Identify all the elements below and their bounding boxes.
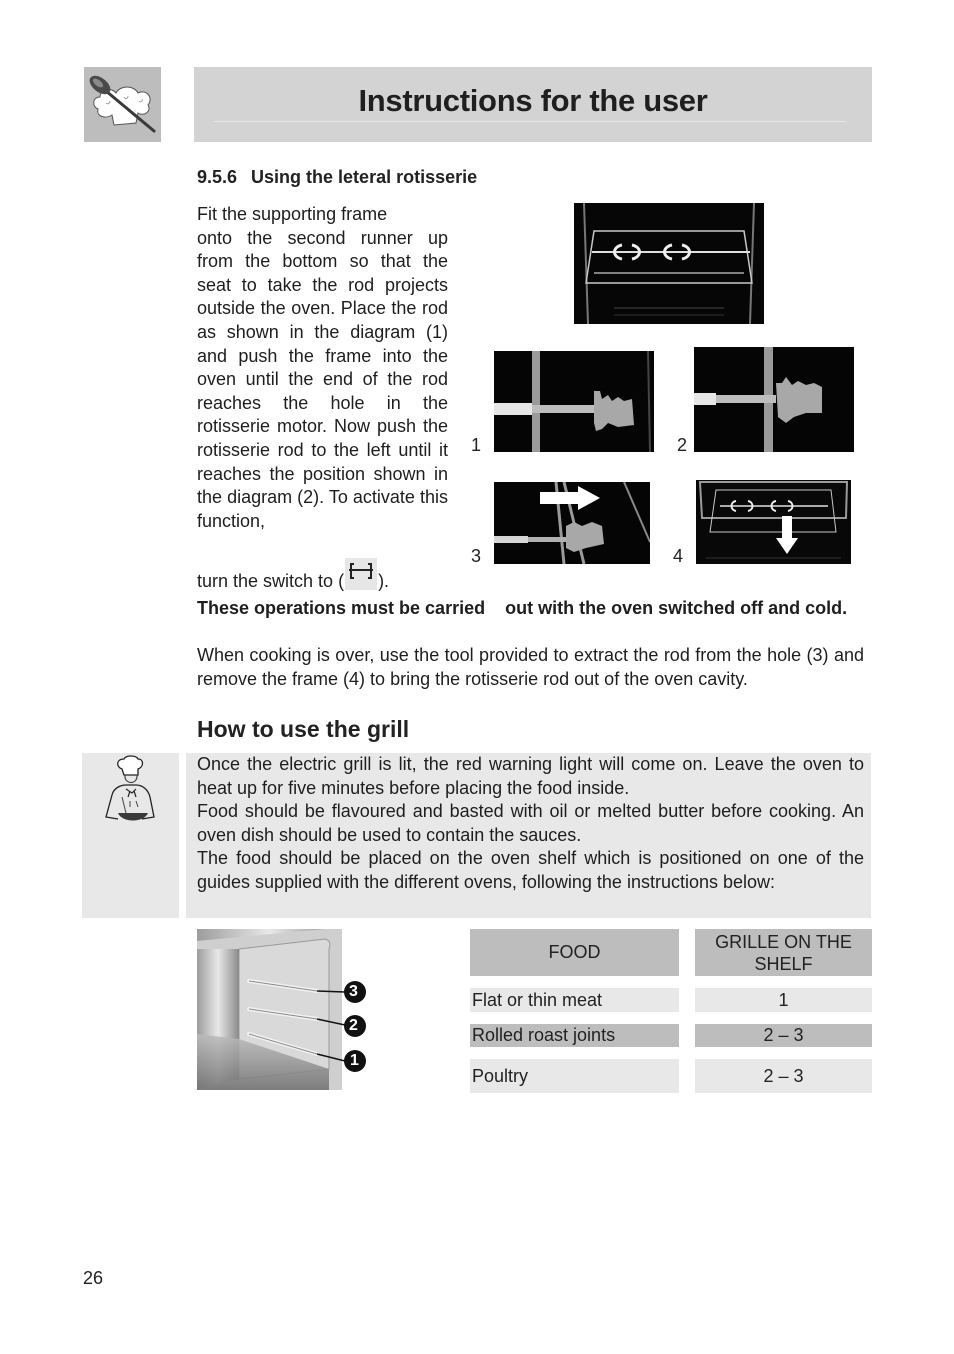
table-header-food: FOOD bbox=[470, 929, 679, 976]
figure-4-remove-frame bbox=[696, 480, 851, 564]
figure-1-rod-before bbox=[494, 351, 654, 452]
header-bar: Instructions for the user bbox=[194, 67, 872, 142]
table-row-food: Flat or thin meat bbox=[470, 988, 679, 1012]
intro-first-line: Fit the supporting frame bbox=[197, 204, 388, 224]
shelf-label-1: 1 bbox=[350, 1052, 359, 1069]
figure-oven-overview bbox=[574, 203, 764, 324]
figure-shelf-positions: 3 2 1 bbox=[197, 929, 372, 1090]
table-row-shelf: 2 – 3 bbox=[695, 1059, 872, 1093]
page-number: 26 bbox=[83, 1268, 104, 1288]
switch-prefix: turn the switch to ( bbox=[197, 571, 345, 591]
figure-label-2: 2 bbox=[677, 435, 688, 455]
table-row-shelf: 1 bbox=[695, 988, 872, 1012]
figure-label-3: 3 bbox=[471, 546, 482, 566]
table-row-shelf: 2 – 3 bbox=[695, 1024, 872, 1047]
shelf-label-2: 2 bbox=[349, 1017, 358, 1034]
chef-icon-box bbox=[82, 753, 179, 918]
chef-cooking-icon bbox=[105, 755, 155, 821]
logo bbox=[84, 67, 161, 142]
switch-instruction: turn the switch to (). bbox=[197, 558, 389, 592]
grill-instructions-text: Once the electric grill is lit, the red … bbox=[197, 753, 864, 895]
grill-paragraph: Food should be flavoured and basted with… bbox=[197, 801, 864, 845]
switch-suffix: ). bbox=[378, 571, 390, 591]
grill-instructions-box: Once the electric grill is lit, the red … bbox=[186, 753, 871, 918]
grill-paragraph: The food should be placed on the oven sh… bbox=[197, 848, 864, 892]
figure-2-rod-pushed bbox=[694, 347, 854, 452]
section-title: Using the leteral rotisserie bbox=[251, 167, 478, 187]
intro-rest: onto the second runner up from the botto… bbox=[197, 227, 448, 531]
figure-label-1: 1 bbox=[471, 435, 482, 455]
grill-paragraph: Once the electric grill is lit, the red … bbox=[197, 754, 864, 798]
page-title: Instructions for the user bbox=[358, 83, 708, 118]
table-header-shelf: GRILLE ON THE SHELF bbox=[695, 929, 872, 976]
chef-hat-spoon-icon bbox=[89, 75, 156, 133]
shelf-label-3: 3 bbox=[349, 983, 358, 1000]
figure-label-4: 4 bbox=[673, 546, 684, 566]
table-row-food: Rolled roast joints bbox=[470, 1024, 679, 1047]
figure-3-extract-rod bbox=[494, 482, 650, 564]
safety-warning: These operations must be carried out wit… bbox=[197, 598, 848, 618]
section-heading: 9.5.6 Using the leteral rotisserie bbox=[197, 167, 477, 188]
grill-heading: How to use the grill bbox=[197, 716, 410, 742]
rotisserie-symbol-icon bbox=[345, 558, 378, 590]
after-cooking-text: When cooking is over, use the tool provi… bbox=[197, 645, 864, 689]
section-number: 9.5.6 bbox=[197, 167, 238, 187]
intro-paragraph: Fit the supporting frame onto the second… bbox=[197, 203, 448, 533]
table-row-food: Poultry bbox=[470, 1059, 679, 1093]
header-divider bbox=[214, 121, 846, 122]
